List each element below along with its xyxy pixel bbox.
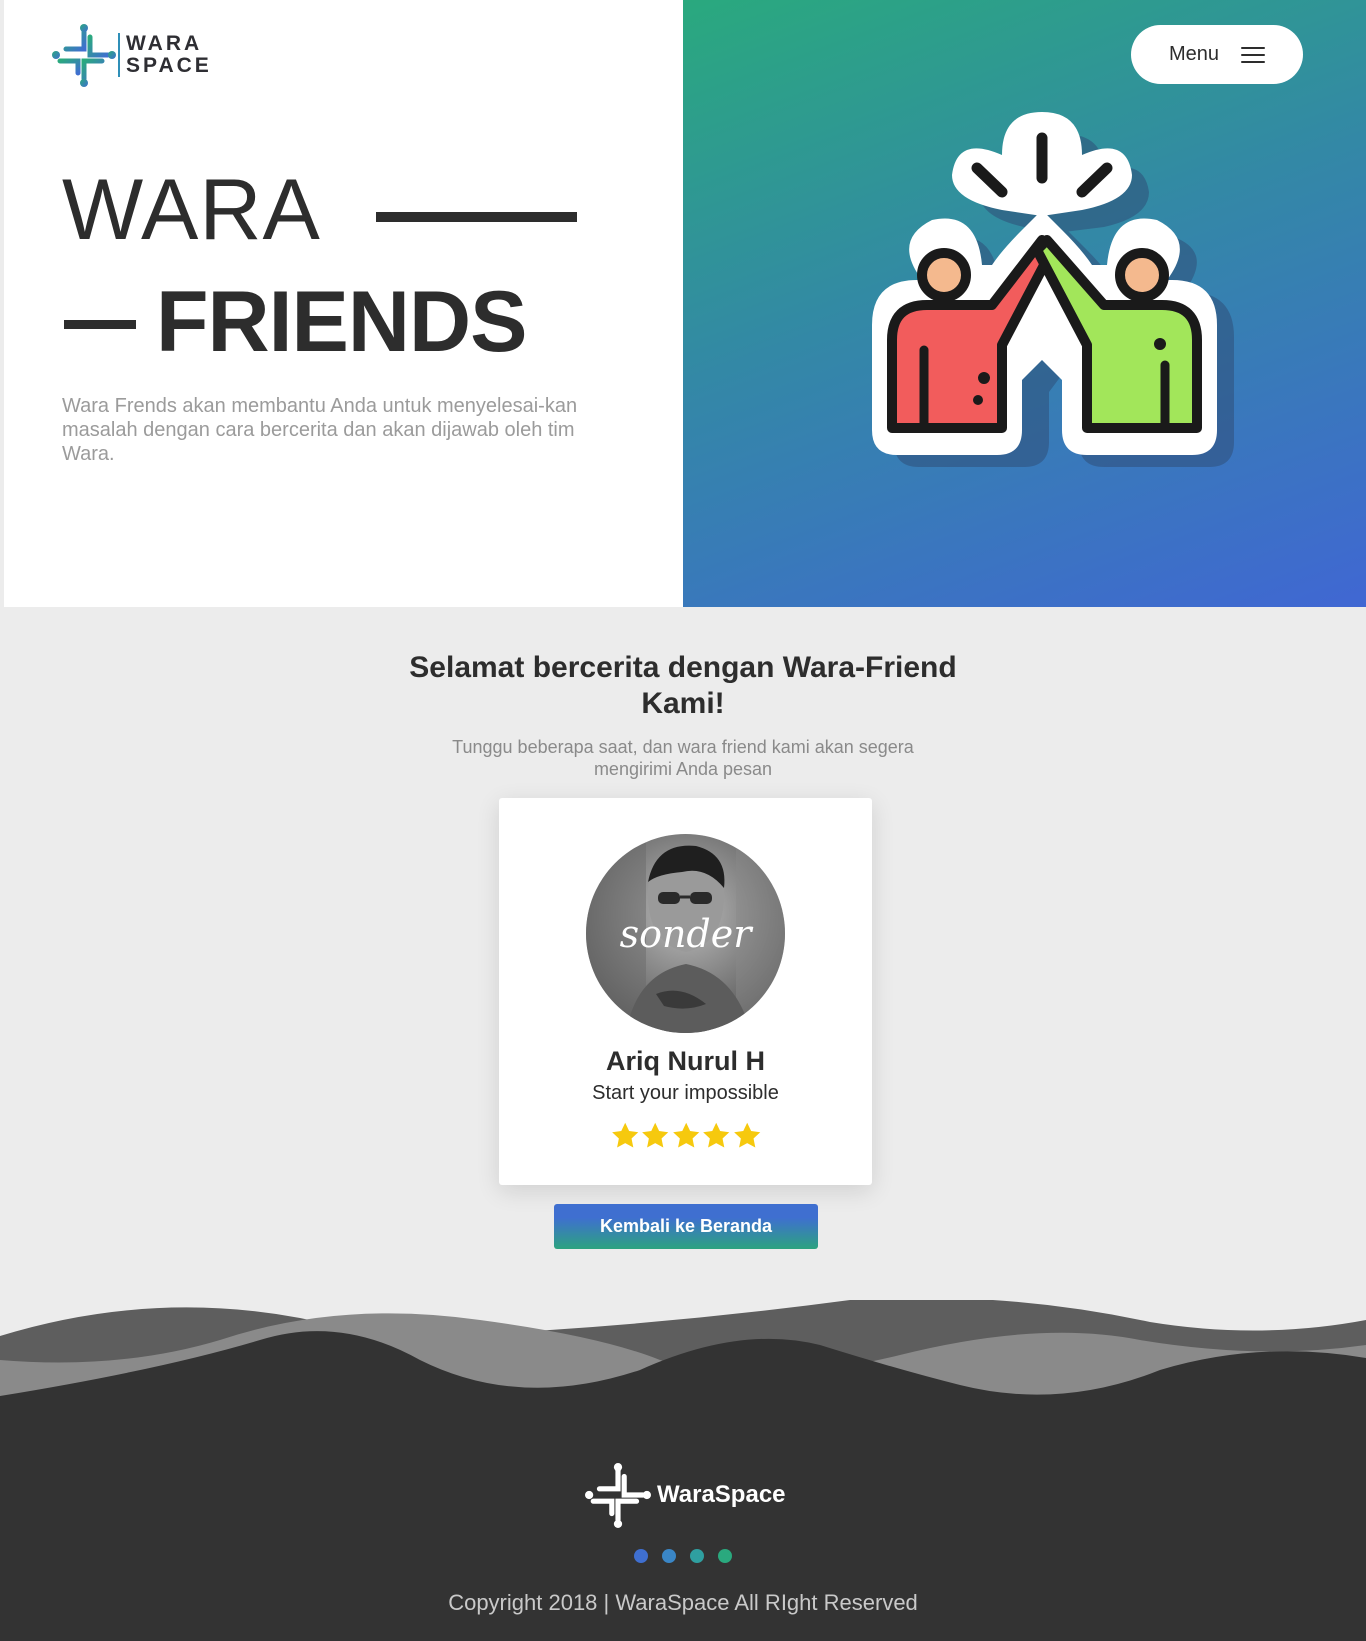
logo-word-space: SPACE: [126, 54, 212, 77]
footer-brand-name: WaraSpace: [657, 1481, 786, 1508]
star-icon: [733, 1122, 760, 1148]
hamburger-icon: [1241, 46, 1266, 63]
friend-name: Ariq Nurul H: [606, 1046, 765, 1076]
footer-logo[interactable]: WaraSpace: [585, 1462, 786, 1528]
logo-divider: [118, 33, 120, 77]
footer-dots: [634, 1549, 732, 1563]
hero-description: Wara Frends akan membantu Anda untuk men…: [62, 395, 578, 465]
avatar-caption: sonder: [619, 912, 752, 956]
copyright-text: Copyright 2018 | WaraSpace All RIght Res…: [448, 1590, 918, 1615]
logo-word-wara: WARA: [126, 32, 203, 55]
rating-stars: [610, 1120, 762, 1154]
hero-title-wara: WARA: [62, 162, 321, 258]
back-to-home-button[interactable]: Kembali ke Beranda: [554, 1204, 818, 1249]
section-subtitle: Tunggu beberapa saat, dan wara friend ka…: [452, 737, 914, 779]
star-icon: [672, 1122, 700, 1148]
waraspace-footer-logo-icon: [585, 1463, 651, 1528]
star-icon: [642, 1122, 669, 1148]
hero-section: WARA SPACE WARA FRIENDS Wara Frends akan…: [0, 0, 1366, 607]
footer-dot: [718, 1549, 732, 1563]
menu-button-label: Menu: [1168, 43, 1220, 65]
hero-title-friends: FRIENDS: [156, 274, 527, 370]
star-icon: [612, 1122, 639, 1148]
footer-dot: [634, 1549, 648, 1563]
footer-dot: [690, 1549, 704, 1563]
avatar: sonder: [586, 834, 785, 1033]
friend-card: sonder Ariq Nurul H Start your impossibl…: [499, 798, 872, 1185]
hero-title-dash-right: [376, 212, 577, 222]
hero-title-dash-left: [64, 320, 136, 329]
high-five-illustration-icon: [872, 112, 1234, 467]
star-icon: [703, 1122, 730, 1148]
section-title: Selamat bercerita dengan Wara-Friend Kam…: [409, 651, 957, 720]
footer-dot: [662, 1549, 676, 1563]
friend-tagline: Start your impossible: [592, 1082, 779, 1104]
logo-wordmark: WARA SPACE: [126, 33, 212, 77]
waraspace-logo-icon: [52, 24, 116, 87]
header-logo[interactable]: WARA SPACE: [52, 22, 222, 88]
menu-button[interactable]: Menu: [1131, 25, 1303, 84]
